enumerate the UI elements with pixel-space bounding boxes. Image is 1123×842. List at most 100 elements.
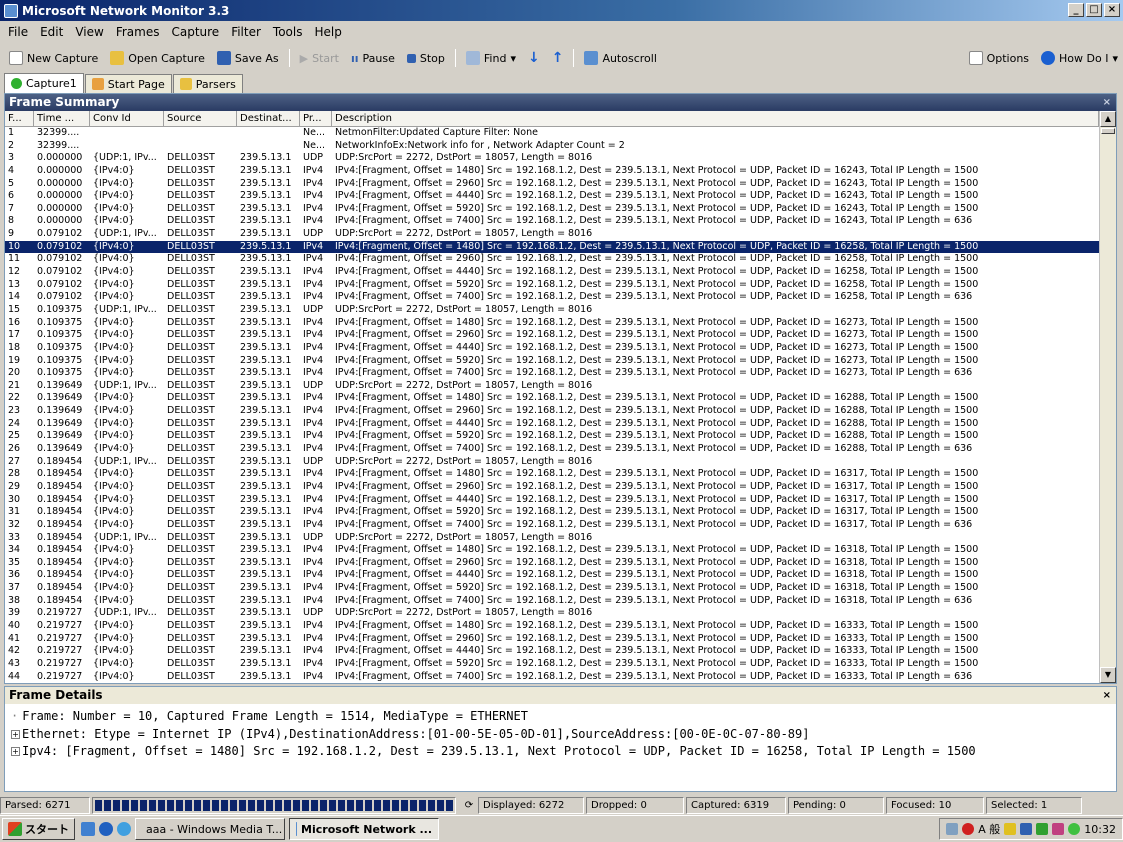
table-row[interactable]: 31 0.189454 {IPv4:0} DELL03ST 239.5.13.1 IPv4… <box>5 506 1099 519</box>
column-destination[interactable]: Destinat... <box>237 111 300 126</box>
table-row[interactable]: 28 0.189454 {IPv4:0} DELL03ST 239.5.13.1 IPv4… <box>5 468 1099 481</box>
scroll-up-icon[interactable]: ▲ <box>1100 111 1116 127</box>
menu-capture[interactable]: Capture <box>165 25 225 39</box>
table-row[interactable]: 32 0.189454 {IPv4:0} DELL03ST 239.5.13.1 IPv4… <box>5 519 1099 532</box>
expand-icon[interactable]: + <box>11 747 20 757</box>
table-row[interactable]: 35 0.189454 {IPv4:0} DELL03ST 239.5.13.1 IPv4… <box>5 557 1099 570</box>
tab-capture1[interactable]: Capture1 <box>4 73 84 93</box>
how-do-i-button[interactable]: How Do I ▾ <box>1036 47 1123 69</box>
table-row[interactable]: 20 0.109375 {IPv4:0} DELL03ST 239.5.13.1 IPv4… <box>5 367 1099 380</box>
menu-filter[interactable]: Filter <box>225 25 267 39</box>
table-row[interactable]: 41 0.219727 {IPv4:0} DELL03ST 239.5.13.1 IPv4… <box>5 633 1099 646</box>
new-capture-button[interactable]: New Capture <box>4 47 103 69</box>
menu-view[interactable]: View <box>69 25 109 39</box>
start-button[interactable]: スタート <box>2 818 75 840</box>
table-row[interactable]: 9 0.079102 {UDP:1, IPv... DELL03ST 239.5.13.… <box>5 228 1099 241</box>
table-row[interactable]: 8 0.000000 {IPv4:0} DELL03ST 239.5.13.1 IPv4 I… <box>5 215 1099 228</box>
scroll-down-icon[interactable]: ▼ <box>1100 667 1116 683</box>
close-panel-icon[interactable]: × <box>1103 687 1111 704</box>
table-row[interactable]: 40 0.219727 {IPv4:0} DELL03ST 239.5.13.1 IPv4… <box>5 620 1099 633</box>
table-row[interactable]: 44 0.219727 {IPv4:0} DELL03ST 239.5.13.1 IPv4… <box>5 671 1099 683</box>
messenger-icon[interactable] <box>117 822 131 836</box>
table-row[interactable]: 16 0.109375 {IPv4:0} DELL03ST 239.5.13.1 IPv4… <box>5 317 1099 330</box>
table-row[interactable]: 21 0.139649 {UDP:1, IPv... DELL03ST 239.5.13… <box>5 380 1099 393</box>
expand-icon[interactable]: + <box>11 729 20 739</box>
ime-indicator[interactable]: A 般 <box>978 821 1000 837</box>
tree-node-ethernet[interactable]: + Ethernet: Etype = Internet IP (IPv4),De… <box>11 726 1110 744</box>
table-row[interactable]: 13 0.079102 {IPv4:0} DELL03ST 239.5.13.1 IPv4… <box>5 279 1099 292</box>
table-row[interactable]: 22 0.139649 {IPv4:0} DELL03ST 239.5.13.1 IPv4… <box>5 392 1099 405</box>
open-capture-button[interactable]: Open Capture <box>105 47 210 69</box>
menu-frames[interactable]: Frames <box>110 25 166 39</box>
find-next-button[interactable]: ↓ <box>523 47 545 69</box>
table-row[interactable]: 25 0.139649 {IPv4:0} DELL03ST 239.5.13.1 IPv4… <box>5 430 1099 443</box>
column-frame-number[interactable]: F... <box>5 111 34 126</box>
stop-button[interactable]: Stop <box>402 47 450 69</box>
table-row[interactable]: 27 0.189454 {UDP:1, IPv... DELL03ST 239.5.13… <box>5 456 1099 469</box>
table-row[interactable]: 30 0.189454 {IPv4:0} DELL03ST 239.5.13.1 IPv4… <box>5 494 1099 507</box>
column-source[interactable]: Source <box>164 111 237 126</box>
menu-file[interactable]: File <box>2 25 34 39</box>
table-row[interactable]: 18 0.109375 {IPv4:0} DELL03ST 239.5.13.1 IPv4… <box>5 342 1099 355</box>
table-row[interactable]: 14 0.079102 {IPv4:0} DELL03ST 239.5.13.1 IPv4… <box>5 291 1099 304</box>
autoscroll-button[interactable]: Autoscroll <box>579 47 661 69</box>
table-row[interactable]: 37 0.189454 {IPv4:0} DELL03ST 239.5.13.1 IPv4… <box>5 582 1099 595</box>
column-protocol[interactable]: Pr... <box>300 111 332 126</box>
table-row[interactable]: 38 0.189454 {IPv4:0} DELL03ST 239.5.13.1 IPv4… <box>5 595 1099 608</box>
tray-icon[interactable] <box>962 823 975 835</box>
table-row[interactable]: 26 0.139649 {IPv4:0} DELL03ST 239.5.13.1 IPv4… <box>5 443 1099 456</box>
table-row[interactable]: 39 0.219727 {UDP:1, IPv... DELL03ST 239.5.13… <box>5 607 1099 620</box>
tree-node-ipv4[interactable]: + Ipv4: [Fragment, Offset = 1480] Src = 1… <box>11 743 1110 761</box>
table-row[interactable]: 19 0.109375 {IPv4:0} DELL03ST 239.5.13.1 IPv4… <box>5 355 1099 368</box>
pause-button[interactable]: ıı Pause <box>346 47 400 69</box>
table-row[interactable]: 15 0.109375 {UDP:1, IPv... DELL03ST 239.5.13… <box>5 304 1099 317</box>
table-row[interactable]: 42 0.219727 {IPv4:0} DELL03ST 239.5.13.1 IPv4… <box>5 645 1099 658</box>
table-row[interactable]: 6 0.000000 {IPv4:0} DELL03ST 239.5.13.1 IPv4 I… <box>5 190 1099 203</box>
tray-icon[interactable] <box>946 823 959 835</box>
table-row[interactable]: 5 0.000000 {IPv4:0} DELL03ST 239.5.13.1 IPv4 I… <box>5 178 1099 191</box>
table-row[interactable]: 10 0.079102 {IPv4:0} DELL03ST 239.5.13.1 IPv4… <box>5 240 1099 254</box>
table-row[interactable]: 24 0.139649 {IPv4:0} DELL03ST 239.5.13.1 IPv4… <box>5 418 1099 431</box>
menu-help[interactable]: Help <box>308 25 347 39</box>
table-row[interactable]: 4 0.000000 {IPv4:0} DELL03ST 239.5.13.1 IPv4 I… <box>5 165 1099 178</box>
table-row[interactable]: 29 0.189454 {IPv4:0} DELL03ST 239.5.13.1 IPv4… <box>5 481 1099 494</box>
save-as-button[interactable]: Save As <box>212 47 284 69</box>
close-panel-icon[interactable]: × <box>1103 94 1111 111</box>
tray-icon[interactable] <box>1020 823 1033 835</box>
table-row[interactable]: 33 0.189454 {UDP:1, IPv... DELL03ST 239.5.13… <box>5 532 1099 545</box>
scrollbar-thumb[interactable] <box>1101 128 1115 134</box>
options-button[interactable]: Options <box>964 47 1034 69</box>
frame-list-scrollbar[interactable]: ▲ ▼ <box>1099 111 1116 683</box>
tray-icon[interactable] <box>1004 823 1017 835</box>
tray-icon[interactable] <box>1036 823 1049 835</box>
minimize-button[interactable]: _ <box>1068 3 1084 17</box>
column-time[interactable]: Time ... <box>34 111 90 126</box>
table-row[interactable]: 23 0.139649 {IPv4:0} DELL03ST 239.5.13.1 IPv4… <box>5 405 1099 418</box>
table-row[interactable]: 43 0.219727 {IPv4:0} DELL03ST 239.5.13.1 IPv4… <box>5 658 1099 671</box>
start-button[interactable]: ▶ Start <box>295 47 344 69</box>
tray-icon[interactable] <box>1068 823 1081 835</box>
tab-start-page[interactable]: Start Page <box>84 74 172 93</box>
find-previous-button[interactable]: ↑ <box>547 47 569 69</box>
maximize-button[interactable]: □ <box>1086 3 1102 17</box>
internet-explorer-icon[interactable] <box>99 822 113 836</box>
taskbar-item-windows-media[interactable]: aaa - Windows Media T... <box>135 818 285 840</box>
table-row[interactable]: 3 0.000000 {UDP:1, IPv... DELL03ST 239.5.13.… <box>5 152 1099 165</box>
table-row[interactable]: 17 0.109375 {IPv4:0} DELL03ST 239.5.13.1 IPv4… <box>5 329 1099 342</box>
tab-parsers[interactable]: Parsers <box>172 74 243 93</box>
tree-node-frame[interactable]: · Frame: Number = 10, Captured Frame Leng… <box>11 708 1110 726</box>
table-row[interactable]: 34 0.189454 {IPv4:0} DELL03ST 239.5.13.1 IPv4… <box>5 544 1099 557</box>
find-button[interactable]: Find ▾ <box>461 47 521 69</box>
tray-icon[interactable] <box>1052 823 1065 835</box>
close-button[interactable]: × <box>1104 3 1120 17</box>
column-conv-id[interactable]: Conv Id <box>90 111 164 126</box>
taskbar-item-network-monitor[interactable]: Microsoft Network ... <box>289 818 439 840</box>
menu-edit[interactable]: Edit <box>34 25 69 39</box>
menu-tools[interactable]: Tools <box>267 25 309 39</box>
table-row[interactable]: 11 0.079102 {IPv4:0} DELL03ST 239.5.13.1 IPv4… <box>5 253 1099 266</box>
table-row[interactable]: 12 0.079102 {IPv4:0} DELL03ST 239.5.13.1 IPv4… <box>5 266 1099 279</box>
table-row[interactable]: 7 0.000000 {IPv4:0} DELL03ST 239.5.13.1 IPv4 I… <box>5 203 1099 216</box>
column-description[interactable]: Description <box>332 111 1099 126</box>
table-row[interactable]: 2 32399.... Ne... NetworkInfoEx:Network inf… <box>5 140 1099 153</box>
table-row[interactable]: 1 32399.... Ne... NetmonFilter:Updated Capt… <box>5 127 1099 140</box>
